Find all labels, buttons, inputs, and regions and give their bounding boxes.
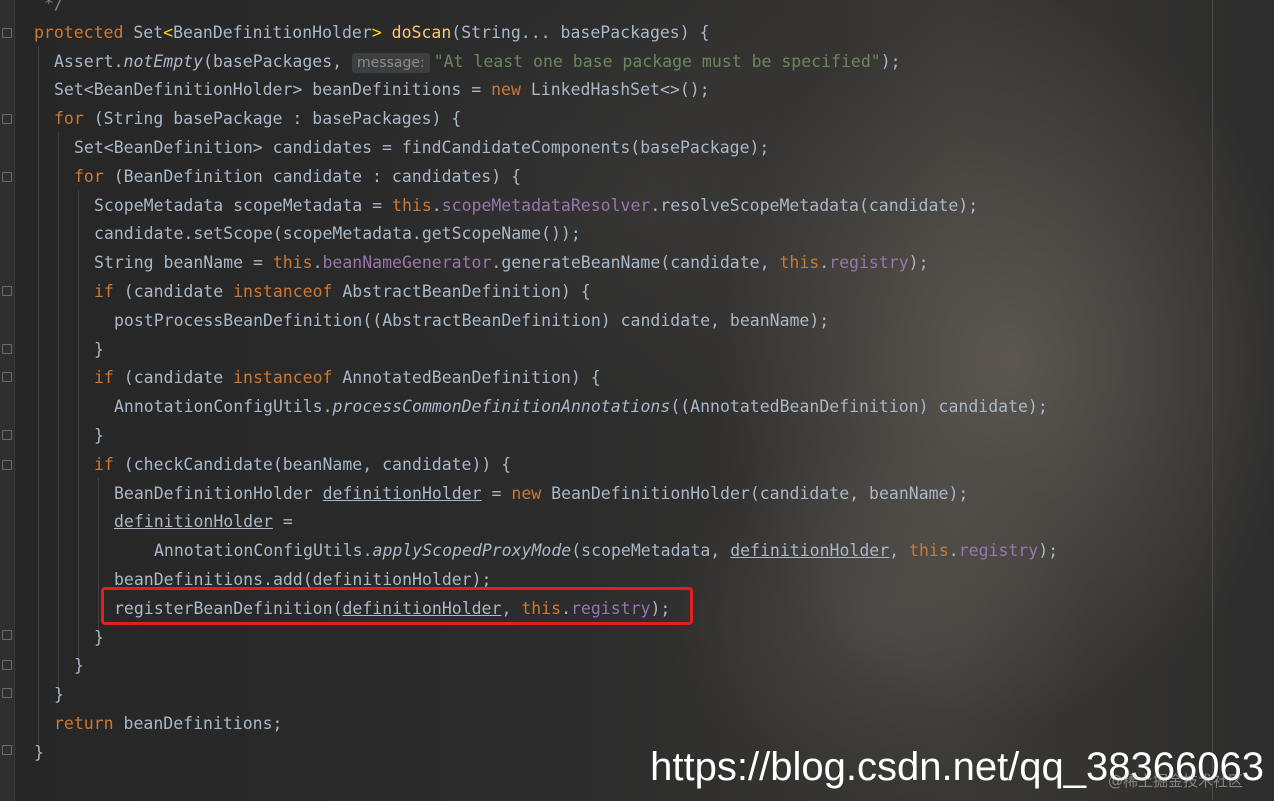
fold-marker-icon[interactable]: [2, 688, 12, 698]
code-line[interactable]: String beanName = this.beanNameGenerator…: [34, 249, 1058, 278]
code-line[interactable]: AnnotationConfigUtils.applyScopedProxyMo…: [34, 537, 1058, 566]
code-line[interactable]: definitionHolder =: [34, 508, 1058, 537]
fold-marker-icon[interactable]: [2, 430, 12, 440]
watermark-faint: @稀土掘金技术社区: [1108, 772, 1244, 790]
code-line[interactable]: }: [34, 336, 1058, 365]
code-line[interactable]: ScopeMetadata scopeMetadata = this.scope…: [34, 192, 1058, 221]
fold-marker-icon[interactable]: [2, 630, 12, 640]
fold-marker-icon[interactable]: [2, 28, 12, 38]
editor-gutter: [0, 0, 15, 801]
code-line[interactable]: postProcessBeanDefinition((AbstractBeanD…: [34, 307, 1058, 336]
code-line[interactable]: BeanDefinitionHolder definitionHolder = …: [34, 480, 1058, 509]
highlight-annotation-box: [101, 587, 693, 625]
code-line[interactable]: }: [34, 624, 1058, 653]
fold-marker-icon[interactable]: [2, 172, 12, 182]
code-editor[interactable]: */protected Set<BeanDefinitionHolder> do…: [34, 0, 1058, 768]
fold-marker-icon[interactable]: [2, 460, 12, 470]
code-line[interactable]: if (candidate instanceof AbstractBeanDef…: [34, 278, 1058, 307]
code-line[interactable]: Set<BeanDefinition> candidates = findCan…: [34, 134, 1058, 163]
code-line[interactable]: if (candidate instanceof AnnotatedBeanDe…: [34, 364, 1058, 393]
code-line[interactable]: */: [34, 0, 1058, 19]
code-line[interactable]: if (checkCandidate(beanName, candidate))…: [34, 451, 1058, 480]
right-margin-guide: [1212, 0, 1213, 801]
fold-marker-icon[interactable]: [2, 286, 12, 296]
fold-marker-icon[interactable]: [2, 344, 12, 354]
fold-marker-icon[interactable]: [2, 660, 12, 670]
code-line[interactable]: AnnotationConfigUtils.processCommonDefin…: [34, 393, 1058, 422]
code-line[interactable]: }: [34, 422, 1058, 451]
code-line[interactable]: candidate.setScope(scopeMetadata.getScop…: [34, 220, 1058, 249]
code-line[interactable]: protected Set<BeanDefinitionHolder> doSc…: [34, 19, 1058, 48]
code-line[interactable]: }: [34, 652, 1058, 681]
code-line[interactable]: for (BeanDefinition candidate : candidat…: [34, 163, 1058, 192]
code-line[interactable]: for (String basePackage : basePackages) …: [34, 105, 1058, 134]
code-line[interactable]: Set<BeanDefinitionHolder> beanDefinition…: [34, 76, 1058, 105]
code-line[interactable]: Assert.notEmpty(basePackages, message: "A…: [34, 48, 1058, 77]
fold-marker-icon[interactable]: [2, 372, 12, 382]
code-line[interactable]: return beanDefinitions;: [34, 710, 1058, 739]
fold-marker-icon[interactable]: [2, 114, 12, 124]
fold-marker-icon[interactable]: [2, 745, 12, 755]
code-line[interactable]: }: [34, 681, 1058, 710]
